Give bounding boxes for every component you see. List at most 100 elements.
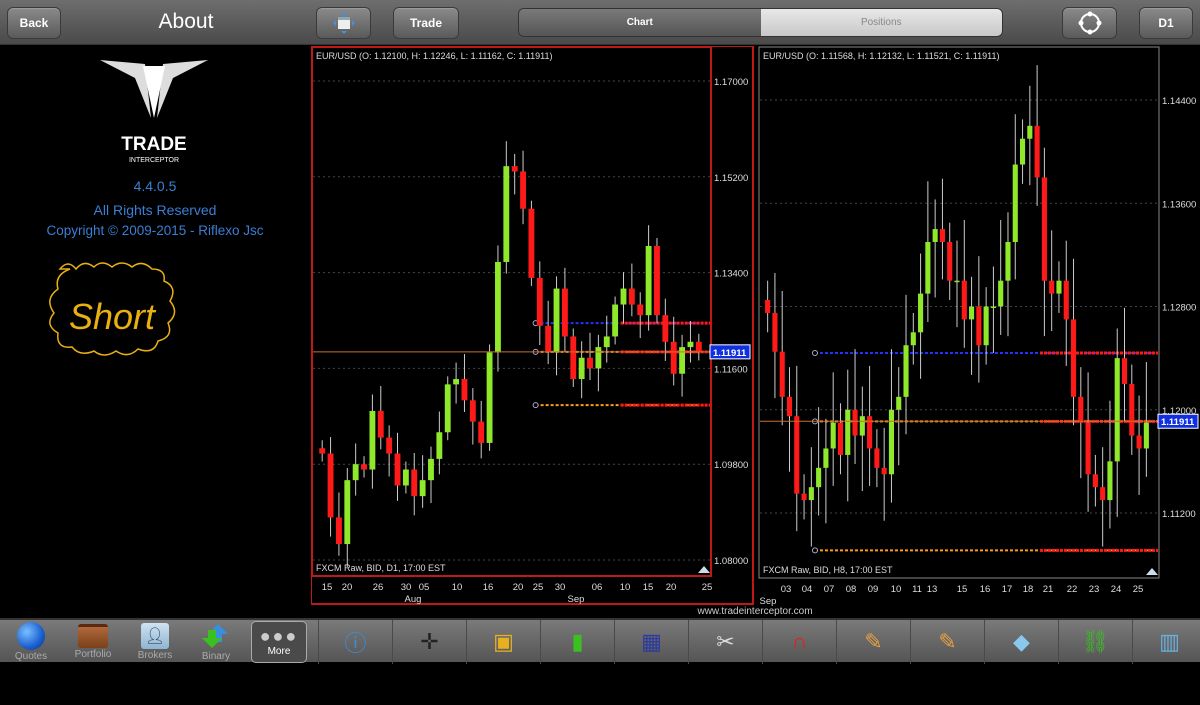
candle-body <box>1143 422 1149 449</box>
up-down-arrows-icon <box>202 624 228 648</box>
candle-body <box>628 288 635 305</box>
y-tick-label: 1.17000 <box>714 77 748 88</box>
frame-tool-button[interactable]: ▣ <box>466 620 540 664</box>
crosshair-icon: ✛ <box>420 629 439 654</box>
candle-body <box>695 341 702 353</box>
candle-body <box>939 229 945 242</box>
binary-button[interactable]: Binary <box>190 620 242 664</box>
candle-body <box>428 458 434 481</box>
candle-body <box>436 432 443 459</box>
candle-body <box>361 464 367 470</box>
chart-right[interactable]: 1.144001.136001.128001.120001.112001.119… <box>758 46 1200 606</box>
magnet-tool-button[interactable]: ∩ <box>762 620 836 664</box>
portfolio-button[interactable]: Portfolio <box>68 620 118 664</box>
candle-body <box>969 306 975 320</box>
candle-body <box>654 245 660 316</box>
contact-card-icon: 👤︎ <box>141 623 169 649</box>
candle-body <box>369 410 376 470</box>
chart-settings-tool-button[interactable]: ▥ <box>1132 620 1200 664</box>
chart-header: EUR/USD (O: 1.11568, H: 1.12132, L: 1.11… <box>763 51 999 61</box>
x-tick-label: 04 <box>802 584 813 595</box>
y-tick-label: 1.08000 <box>714 556 748 567</box>
pencil-icon: ✎ <box>864 629 883 654</box>
link-tool-button[interactable]: ⛓ <box>1058 620 1132 664</box>
layout-button[interactable] <box>316 7 371 39</box>
brokers-label: Brokers <box>137 650 173 661</box>
x-tick-label: 08 <box>846 584 857 595</box>
x-tick-label: 15 <box>957 584 968 595</box>
timeframe-button[interactable]: D1 <box>1139 7 1193 39</box>
candle-body <box>903 345 909 397</box>
copyright-text: Copyright © 2009-2015 - Riflexo Jsc <box>46 223 264 238</box>
x-tick-label: 05 <box>419 582 430 593</box>
candle-body <box>553 288 560 353</box>
briefcase-icon <box>78 624 108 648</box>
candle-body <box>1100 487 1106 501</box>
pencil-tool-button[interactable]: ✎ <box>836 620 910 664</box>
x-tick-label: 18 <box>1023 584 1034 595</box>
chart-footer: FXCM Raw, BID, D1, 17:00 EST <box>316 563 446 573</box>
y-tick-label: 1.13400 <box>714 269 748 280</box>
candle-body <box>786 396 793 417</box>
brokers-button[interactable]: 👤︎ Brokers <box>130 620 180 664</box>
quotes-button[interactable]: Quotes <box>6 620 56 664</box>
tools-icon: ✂ <box>716 629 735 654</box>
tools-tool-button[interactable]: ✂ <box>688 620 762 664</box>
eraser-tool-button[interactable]: ◆ <box>984 620 1058 664</box>
back-button[interactable]: Back <box>7 7 61 39</box>
x-tick-label: 20 <box>342 582 353 593</box>
candle-body <box>1034 125 1040 178</box>
candle-body <box>461 379 468 401</box>
candle-body <box>1129 383 1135 436</box>
candle-body <box>570 336 577 380</box>
candle-body <box>578 357 585 380</box>
candle-body <box>1019 138 1026 165</box>
level-handle <box>811 547 818 554</box>
candle-body <box>662 315 669 342</box>
more-button[interactable]: ●●● More <box>251 621 307 663</box>
pencil-alert-icon: ✎ <box>938 629 957 654</box>
eraser-icon: ◆ <box>1013 629 1030 654</box>
candle-body <box>670 341 677 374</box>
rights-text: All Rights Reserved <box>93 202 217 218</box>
tab-chart[interactable]: Chart <box>519 9 761 36</box>
frame-icon: ▣ <box>493 629 514 654</box>
x-tick-label: 25 <box>533 582 544 593</box>
move-window-icon <box>332 12 355 34</box>
info-tool-button[interactable]: ⓘ <box>318 620 392 664</box>
more-label: More <box>267 646 291 657</box>
y-tick-label: 1.11600 <box>714 364 748 375</box>
candle-body <box>687 341 694 348</box>
website-link[interactable]: www.tradeinterceptor.com <box>640 606 870 617</box>
crosshair-tool-button[interactable]: ✛ <box>392 620 466 664</box>
current-price-label: 1.11911 <box>1161 417 1195 428</box>
x-tick-label: 11 <box>912 584 922 595</box>
x-tick-label: 16 <box>980 584 991 595</box>
candle-body <box>352 464 359 481</box>
candle-body <box>1121 358 1128 384</box>
candle-body <box>874 448 880 468</box>
candle-body <box>528 208 535 278</box>
logo-brand: TRADE <box>121 134 186 155</box>
info-icon: ⓘ <box>344 631 367 656</box>
candle-body <box>918 293 924 333</box>
y-tick-label: 1.09800 <box>714 460 748 471</box>
magnet-icon: ∩ <box>791 629 808 654</box>
x-tick-label: 15 <box>322 582 333 593</box>
refresh-button[interactable] <box>1062 7 1117 39</box>
grid-tool-button[interactable]: ▦ <box>614 620 688 664</box>
chart-left[interactable]: 1.17000 1.15200 1.13400 1.11600 1.09800 1.080… <box>311 46 754 605</box>
candle-body <box>932 229 938 242</box>
x-tick-label: 13 <box>927 584 938 595</box>
bar-chart-tool-button[interactable]: ▮ <box>540 620 614 664</box>
trade-button[interactable]: Trade <box>393 7 459 39</box>
tab-positions[interactable]: Positions <box>760 9 1002 36</box>
candle-body <box>1092 474 1098 488</box>
pencil-alert-tool-button[interactable]: ✎ <box>910 620 984 664</box>
logo-sub: INTERCEPTOR <box>129 157 179 164</box>
candle-body <box>881 467 887 475</box>
candle-body <box>888 409 895 475</box>
x-tick-label: 10 <box>452 582 463 593</box>
y-tick-label: 1.15200 <box>714 173 748 184</box>
candle-body <box>327 453 334 518</box>
